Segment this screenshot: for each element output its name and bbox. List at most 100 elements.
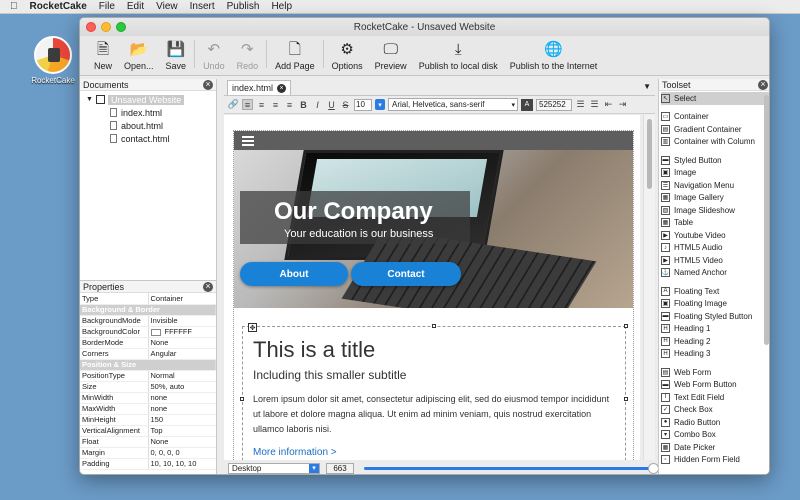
new-button[interactable]: 🗎 New: [88, 35, 118, 71]
tool-floating-text[interactable]: A Floating Text: [661, 285, 769, 298]
page-canvas[interactable]: Our Company Your education is our busine…: [224, 115, 640, 460]
resize-handle-right[interactable]: [624, 397, 628, 401]
save-button[interactable]: 💾 Save: [160, 35, 193, 71]
tool-heading-1[interactable]: H Heading 1: [661, 323, 769, 336]
properties-close-icon[interactable]: ×: [203, 281, 213, 292]
tool-web-form[interactable]: ▤ Web Form: [661, 366, 769, 379]
menubar-app-name[interactable]: RocketCake: [30, 1, 87, 12]
canvas-vertical-scrollbar[interactable]: [643, 115, 655, 460]
page-width-value[interactable]: 663: [326, 462, 354, 474]
tool-named-anchor[interactable]: ⚓ Named Anchor: [661, 267, 769, 280]
italic-icon[interactable]: I: [312, 99, 323, 110]
scrollbar-thumb[interactable]: [647, 119, 652, 189]
menu-help[interactable]: Help: [271, 1, 292, 12]
property-row[interactable]: BorderMode None: [80, 337, 216, 349]
property-value[interactable]: none: [148, 403, 216, 415]
tool-container[interactable]: ▭ Container: [661, 111, 769, 124]
align-justify-icon[interactable]: ≡: [284, 99, 295, 110]
undo-button[interactable]: ↶ Undo: [197, 35, 231, 71]
text-color-input[interactable]: 525252: [536, 98, 572, 111]
tree-file-contact[interactable]: contact.html: [86, 132, 216, 145]
tab-close-icon[interactable]: ×: [277, 83, 287, 93]
redo-button[interactable]: ↷ Redo: [231, 35, 265, 71]
property-value[interactable]: Invisible: [148, 315, 216, 327]
apple-icon[interactable]: : [10, 1, 18, 12]
menu-edit[interactable]: Edit: [127, 1, 144, 12]
property-row[interactable]: VerticalAlignment Top: [80, 425, 216, 437]
property-value[interactable]: FFFFFF: [148, 326, 216, 338]
property-value[interactable]: 10, 10, 10, 10: [148, 458, 216, 470]
property-value[interactable]: Normal: [148, 370, 216, 382]
tool-image[interactable]: ▣ Image: [661, 167, 769, 180]
hero-image[interactable]: Our Company Your education is our busine…: [234, 150, 633, 308]
numbered-list-icon[interactable]: ☰: [589, 99, 600, 110]
publish-internet-button[interactable]: 🌐 Publish to the Internet: [504, 35, 604, 71]
move-handle-icon[interactable]: ✥: [248, 323, 257, 332]
menu-insert[interactable]: Insert: [190, 1, 215, 12]
property-value[interactable]: Top: [148, 425, 216, 437]
toolset-close-icon[interactable]: ×: [758, 79, 768, 90]
more-information-link[interactable]: More information >: [253, 447, 337, 458]
property-row[interactable]: Float None: [80, 436, 216, 448]
property-section-header[interactable]: Background & Border: [80, 304, 216, 316]
disclosure-triangle-icon[interactable]: ▼: [86, 96, 93, 103]
property-row[interactable]: BackgroundColor FFFFFF: [80, 326, 216, 338]
underline-icon[interactable]: U: [326, 99, 337, 110]
content-subtitle[interactable]: Including this smaller subtitle: [253, 368, 406, 382]
property-row[interactable]: Corners Angular: [80, 348, 216, 360]
color-swatch[interactable]: [150, 328, 161, 336]
tool-navigation-menu[interactable]: ☰ Navigation Menu: [661, 179, 769, 192]
property-section-header[interactable]: Position & Size: [80, 359, 216, 371]
menu-publish[interactable]: Publish: [227, 1, 260, 12]
toolset-scrollbar[interactable]: [764, 95, 769, 345]
contact-button[interactable]: Contact: [351, 262, 461, 286]
property-row[interactable]: Type Container: [80, 293, 216, 305]
tool-radio-button[interactable]: ● Radio Button: [661, 416, 769, 429]
tool-table[interactable]: ▦ Table: [661, 217, 769, 230]
font-size-input[interactable]: 10: [354, 98, 372, 111]
resize-handle-top[interactable]: [432, 324, 436, 328]
property-row[interactable]: Padding 10, 10, 10, 10: [80, 458, 216, 470]
tool-date-picker[interactable]: ▦ Date Picker: [661, 441, 769, 454]
font-size-dropdown-icon[interactable]: ▾: [375, 99, 385, 110]
hero-title[interactable]: Our Company: [274, 198, 433, 226]
property-value[interactable]: None: [148, 337, 216, 349]
window-zoom-button[interactable]: [116, 22, 126, 32]
bold-icon[interactable]: B: [298, 99, 309, 110]
hamburger-menu-icon[interactable]: [242, 135, 254, 146]
tool-container-with-column[interactable]: ▥ Container with Column: [661, 136, 769, 149]
indent-icon[interactable]: ⇥: [617, 99, 628, 110]
selected-container[interactable]: ✥ This is a title Including this smaller…: [240, 323, 628, 460]
tool-web-form-button[interactable]: ▬ Web Form Button: [661, 379, 769, 392]
property-row[interactable]: PositionType Normal: [80, 370, 216, 382]
menu-view[interactable]: View: [156, 1, 178, 12]
tool-hidden-form-field[interactable]: ▫ Hidden Form Field: [661, 454, 769, 467]
property-row[interactable]: MaxWidth none: [80, 403, 216, 415]
open-button[interactable]: 📂 Open...: [118, 35, 160, 71]
tool-html5-video[interactable]: ▶ HTML5 Video: [661, 254, 769, 267]
tool-heading-3[interactable]: H Heading 3: [661, 348, 769, 361]
window-close-button[interactable]: [86, 22, 96, 32]
menu-file[interactable]: File: [99, 1, 115, 12]
content-title[interactable]: This is a title: [253, 337, 375, 363]
property-row[interactable]: MinWidth none: [80, 392, 216, 404]
tool-heading-2[interactable]: H Heading 2: [661, 335, 769, 348]
page-width-slider[interactable]: [364, 462, 659, 474]
strikethrough-icon[interactable]: S: [340, 99, 351, 110]
device-select[interactable]: Desktop ▾: [228, 462, 320, 474]
link-icon[interactable]: 🔗: [228, 99, 239, 110]
property-value[interactable]: Angular: [148, 348, 216, 360]
add-page-button[interactable]: 🗋 Add Page: [269, 35, 321, 71]
resize-handle-top-right[interactable]: [624, 324, 628, 328]
publish-local-button[interactable]: ⤓ Publish to local disk: [413, 35, 504, 71]
preview-button[interactable]: 🖵 Preview: [369, 35, 413, 71]
tool-select[interactable]: ↖ Select: [661, 92, 769, 105]
text-color-icon[interactable]: A: [521, 98, 533, 111]
options-button[interactable]: ⚙ Options: [326, 35, 369, 71]
property-row[interactable]: MinHeight 150: [80, 414, 216, 426]
property-value[interactable]: 150: [148, 414, 216, 426]
tab-index-html[interactable]: index.html ×: [227, 80, 292, 95]
property-value[interactable]: 0, 0, 0, 0: [148, 447, 216, 459]
resize-handle-left[interactable]: [240, 397, 244, 401]
about-button[interactable]: About: [240, 262, 348, 286]
